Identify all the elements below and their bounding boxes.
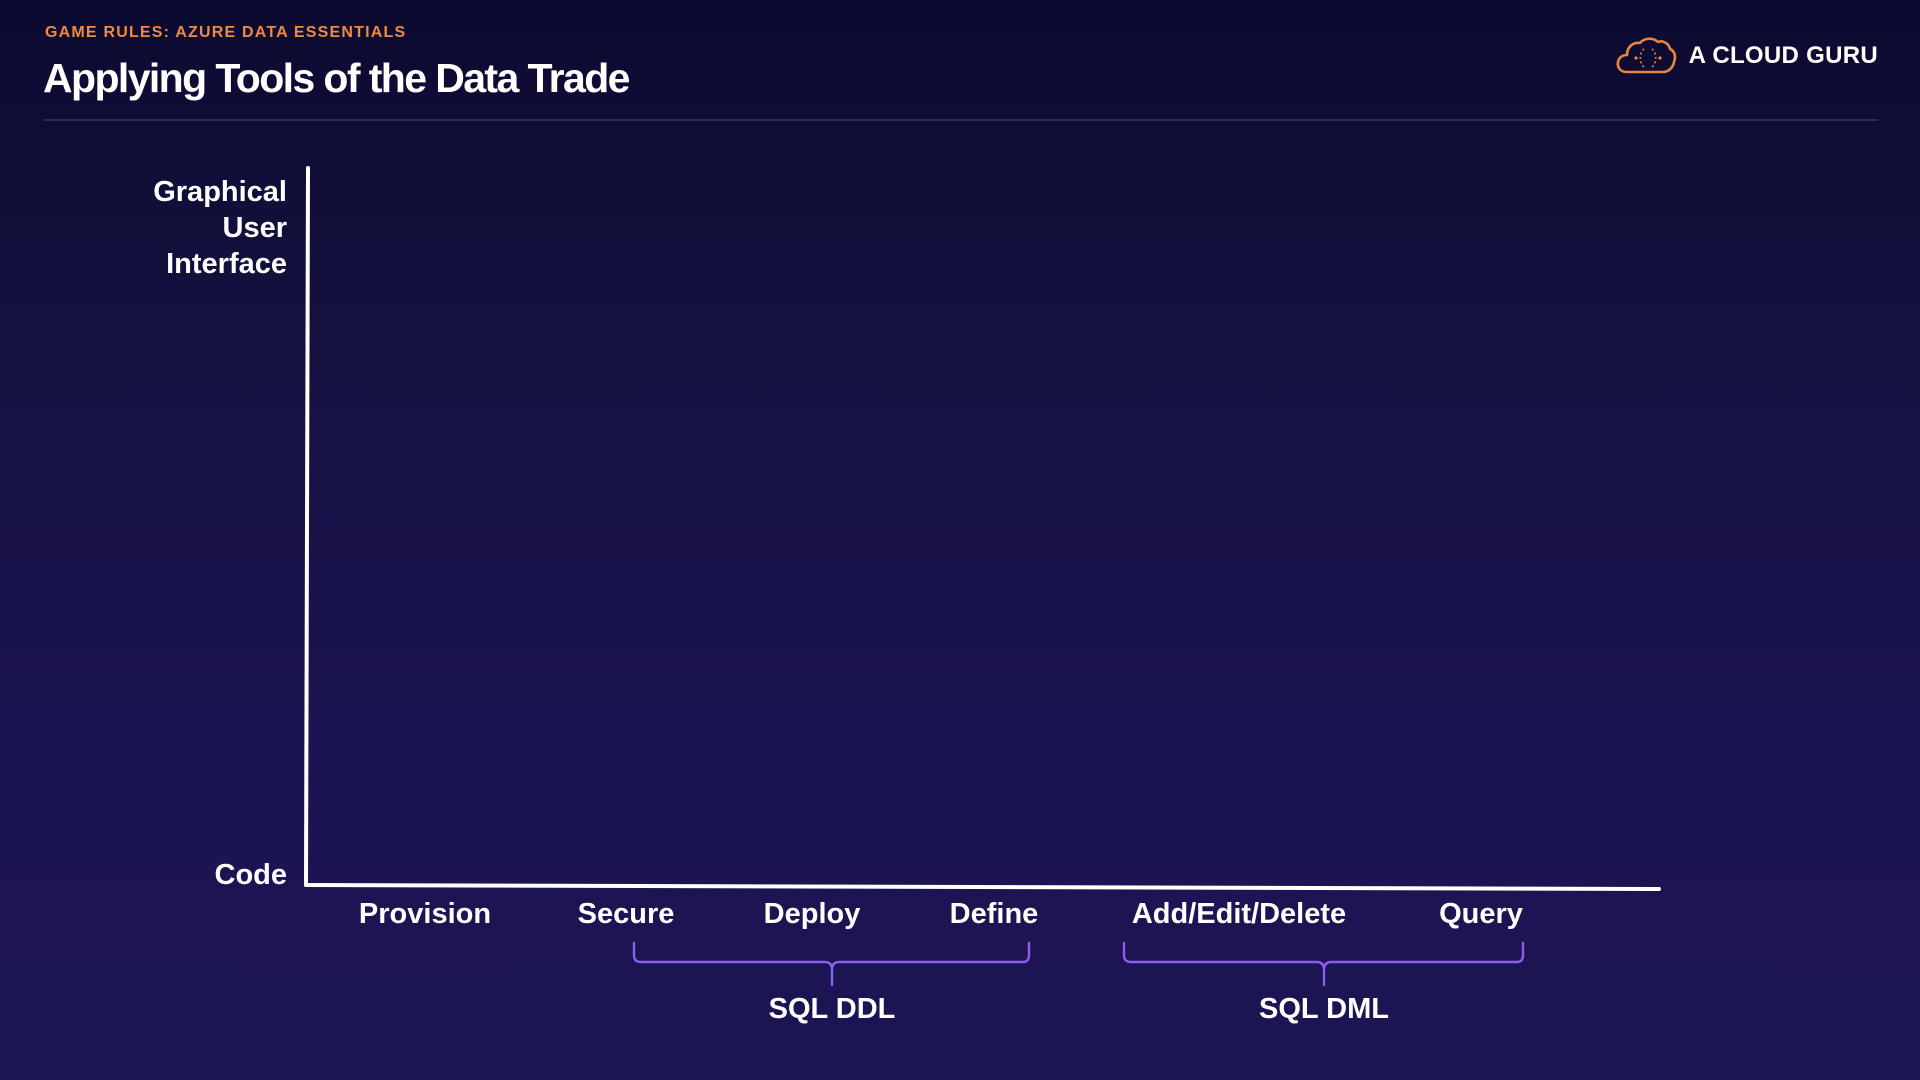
stage-secure: Secure: [577, 898, 675, 930]
x-axis-line: [304, 883, 1661, 891]
y-axis-label-code: Code: [214, 859, 288, 891]
group-label-sql-ddl: SQL DDL: [768, 993, 896, 1025]
y-axis-label-gui: Graphical User Interface: [153, 174, 287, 282]
diagram: Graphical User Interface Code Provision …: [0, 0, 1920, 1080]
stage-provision: Provision: [358, 898, 492, 930]
stage-add-edit-delete: Add/Edit/Delete: [1131, 898, 1347, 930]
stage-define: Define: [949, 898, 1039, 930]
group-label-sql-dml: SQL DML: [1259, 993, 1389, 1025]
bracket-sql-dml: [1122, 941, 1525, 987]
bracket-sql-ddl: [632, 941, 1031, 987]
y-axis-label-line: Interface: [166, 248, 287, 280]
stage-query: Query: [1439, 898, 1523, 930]
y-axis-label-line: Graphical: [153, 176, 287, 208]
y-axis-line: [304, 166, 310, 887]
y-axis-label-line: User: [222, 212, 288, 244]
stage-deploy: Deploy: [763, 898, 861, 930]
